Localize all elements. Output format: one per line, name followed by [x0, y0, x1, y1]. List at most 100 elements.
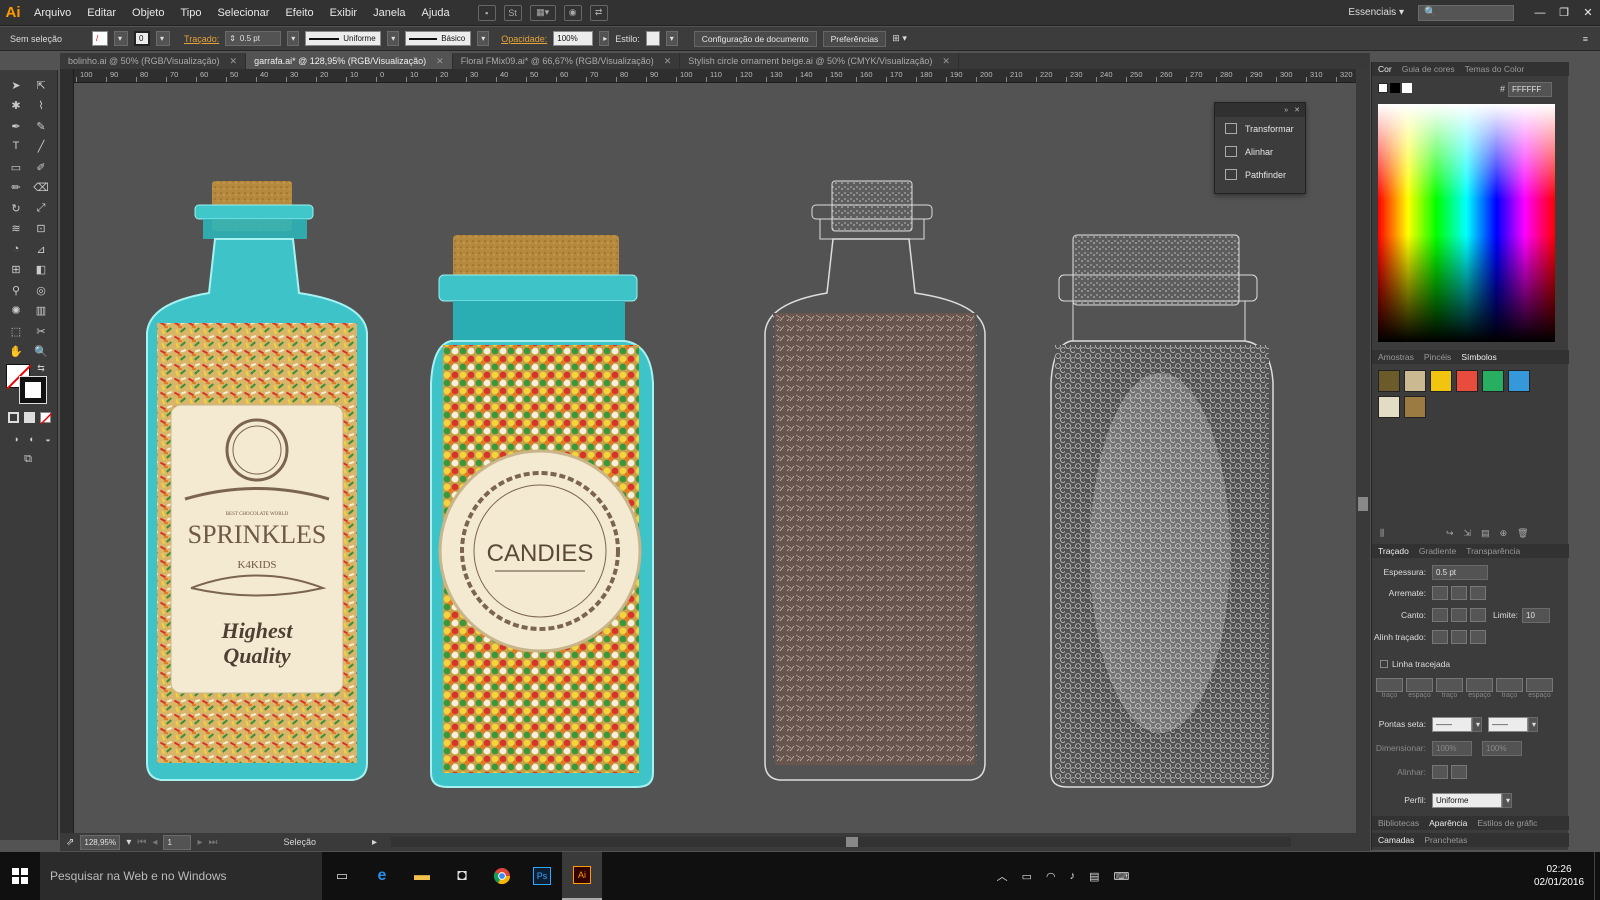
tab-simbolos[interactable]: Símbolos [1461, 352, 1496, 362]
symbol-swatch[interactable] [1430, 370, 1452, 392]
store-icon[interactable]: ◘ [442, 852, 482, 900]
zoom-dropdown-icon[interactable]: ▾ [126, 837, 131, 848]
butt-cap-icon[interactable] [1432, 586, 1448, 600]
mesh-tool-icon[interactable]: ⊞ [6, 260, 26, 278]
tab-bolinho[interactable]: bolinho.ai @ 50% (RGB/Visualização) ✕ [60, 53, 247, 69]
opacity-input[interactable]: 100% [553, 31, 594, 46]
stroke-color-icon[interactable] [19, 376, 47, 404]
stroke-weight-dropdown-icon[interactable]: ▾ [287, 31, 300, 46]
scale-tool-icon[interactable]: ⤢ [31, 199, 51, 217]
align-inside-icon[interactable] [1451, 630, 1467, 644]
symbol-swatch[interactable] [1404, 396, 1426, 418]
menu-arquivo[interactable]: Arquivo [26, 7, 79, 19]
free-transform-tool-icon[interactable]: ⊡ [31, 219, 51, 237]
rectangle-tool-icon[interactable]: ▭ [6, 158, 26, 176]
tab-pinceis[interactable]: Pincéis [1424, 352, 1451, 362]
stroke-swatch[interactable]: 0 [134, 31, 151, 46]
minimize-icon[interactable]: — [1528, 7, 1552, 19]
close-tab-icon[interactable]: ✕ [942, 56, 950, 67]
slice-tool-icon[interactable]: ✂ [31, 322, 51, 340]
delete-symbol-icon[interactable]: 🗑 [1517, 528, 1528, 539]
bridge-icon[interactable]: ▪ [477, 4, 496, 21]
first-artboard-icon[interactable]: ⏮ [137, 837, 146, 848]
arrange-icon[interactable]: ⊞ ▾ [892, 33, 907, 44]
artboard-number[interactable]: 1 [163, 834, 192, 850]
symbol-swatch[interactable] [1378, 396, 1400, 418]
shape-builder-tool-icon[interactable]: ◔ [6, 240, 26, 258]
profile-dropdown-icon[interactable]: ▾ [387, 31, 400, 46]
zoom-input[interactable]: 128,95% [80, 834, 121, 850]
edge-browser-icon[interactable]: e [362, 852, 402, 900]
close-panel-icon[interactable]: ✕ [1294, 106, 1300, 114]
menu-janela[interactable]: Janela [365, 7, 413, 19]
line-tool-icon[interactable]: ╱ [31, 137, 51, 155]
paintbrush-tool-icon[interactable]: ✐ [31, 158, 51, 176]
break-link-icon[interactable]: ⇲ [1464, 528, 1472, 539]
symbol-swatch[interactable] [1482, 370, 1504, 392]
battery-icon[interactable]: ▭ [1022, 870, 1032, 883]
status-arrow-icon[interactable]: ▸ [372, 837, 377, 848]
wifi-icon[interactable]: ◠ [1046, 870, 1056, 883]
arrange-docs-icon[interactable]: ▦▾ [529, 4, 556, 21]
swap-colors-icon[interactable]: ⇆ [34, 362, 48, 374]
hand-tool-icon[interactable]: ✋ [6, 342, 26, 360]
symbol-swatch[interactable] [1508, 370, 1530, 392]
color-none-swatch[interactable] [1378, 83, 1388, 93]
profile-select[interactable]: Uniforme [1432, 792, 1502, 808]
sprinkles-bottle-outline[interactable] [764, 180, 986, 781]
tab-tracado[interactable]: Traçado [1378, 546, 1409, 556]
start-arrow-dropdown-icon[interactable]: ▾ [1472, 716, 1482, 732]
artboard-canvas[interactable]: BEST CHOCOLATE WORLD SPRINKLES K4KIDS Hi… [75, 83, 1360, 833]
fill-dropdown-icon[interactable]: ▾ [114, 31, 129, 46]
panel-menu-icon[interactable]: ≡ [1583, 34, 1588, 44]
graph-tool-icon[interactable]: ▥ [31, 301, 51, 319]
selection-tool-icon[interactable]: ➤ [6, 76, 26, 94]
illustrator-taskbar-icon[interactable]: Ai [562, 852, 602, 900]
tab-guia-de-cores[interactable]: Guia de cores [1402, 64, 1455, 74]
taskbar-search-input[interactable]: Pesquisar na Web e no Windows [40, 852, 322, 900]
horizontal-scrollbar[interactable] [391, 837, 1292, 847]
tab-cor[interactable]: Cor [1378, 64, 1392, 74]
screen-mode-icon[interactable]: ⧉ [18, 450, 38, 468]
color-black-swatch[interactable] [1390, 83, 1400, 93]
warp-tool-icon[interactable]: ≋ [6, 219, 26, 237]
gradient-tool-icon[interactable]: ◧ [31, 260, 51, 278]
menu-exibir[interactable]: Exibir [322, 7, 366, 19]
symbol-swatch[interactable] [1378, 370, 1400, 392]
gradient-mode-icon[interactable] [24, 412, 35, 423]
variable-width-profile[interactable]: Uniforme [305, 31, 382, 46]
hex-input[interactable]: FFFFFF [1508, 82, 1552, 97]
tab-transparencia[interactable]: Transparência [1466, 546, 1520, 556]
candies-bottle[interactable]: CANDIES [430, 235, 654, 788]
workspace-switcher[interactable]: Essenciais ▾ [1348, 7, 1404, 18]
tab-estilos-de-grafico[interactable]: Estilos de gráfic [1477, 818, 1537, 828]
tab-amostras[interactable]: Amostras [1378, 352, 1414, 362]
symbol-sprayer-tool-icon[interactable]: ✺ [6, 301, 26, 319]
start-arrowhead-select[interactable]: —— [1432, 716, 1472, 732]
keyboard-icon[interactable]: ⌨ [1114, 870, 1130, 883]
prev-artboard-icon[interactable]: ◂ [152, 837, 157, 848]
restore-icon[interactable]: ❐ [1552, 6, 1576, 19]
tab-stylish-circle[interactable]: Stylish circle ornament beige.ai @ 50% (… [680, 53, 959, 69]
panel-transform[interactable]: Transformar [1215, 117, 1305, 140]
scale-end-input[interactable]: 100% [1482, 740, 1522, 756]
profile-select-dropdown-icon[interactable]: ▾ [1502, 792, 1512, 808]
stock-icon[interactable]: St [503, 4, 522, 21]
end-arrow-dropdown-icon[interactable]: ▾ [1528, 716, 1538, 732]
dashed-checkbox[interactable] [1380, 660, 1388, 668]
menu-editar[interactable]: Editar [79, 7, 124, 19]
tray-chevron-icon[interactable]: ︿ [997, 868, 1008, 884]
color-white-swatch[interactable] [1402, 83, 1412, 93]
symbol-library-icon[interactable]: ⫼ [1380, 528, 1384, 539]
tab-gradiente[interactable]: Gradiente [1419, 546, 1456, 556]
bevel-join-icon[interactable] [1470, 608, 1486, 622]
help-search-input[interactable]: 🔍 [1418, 4, 1514, 21]
new-symbol-icon[interactable]: ⊕ [1500, 528, 1508, 539]
blend-tool-icon[interactable]: ◎ [31, 281, 51, 299]
eyedropper-tool-icon[interactable]: ⚲ [6, 281, 26, 299]
fill-swatch[interactable]: / [92, 31, 109, 46]
close-tab-icon[interactable]: ✕ [436, 56, 444, 67]
sync-icon[interactable]: ⇄ [589, 4, 608, 21]
lasso-tool-icon[interactable]: ⌇ [31, 96, 51, 114]
align-center-icon[interactable] [1432, 630, 1448, 644]
